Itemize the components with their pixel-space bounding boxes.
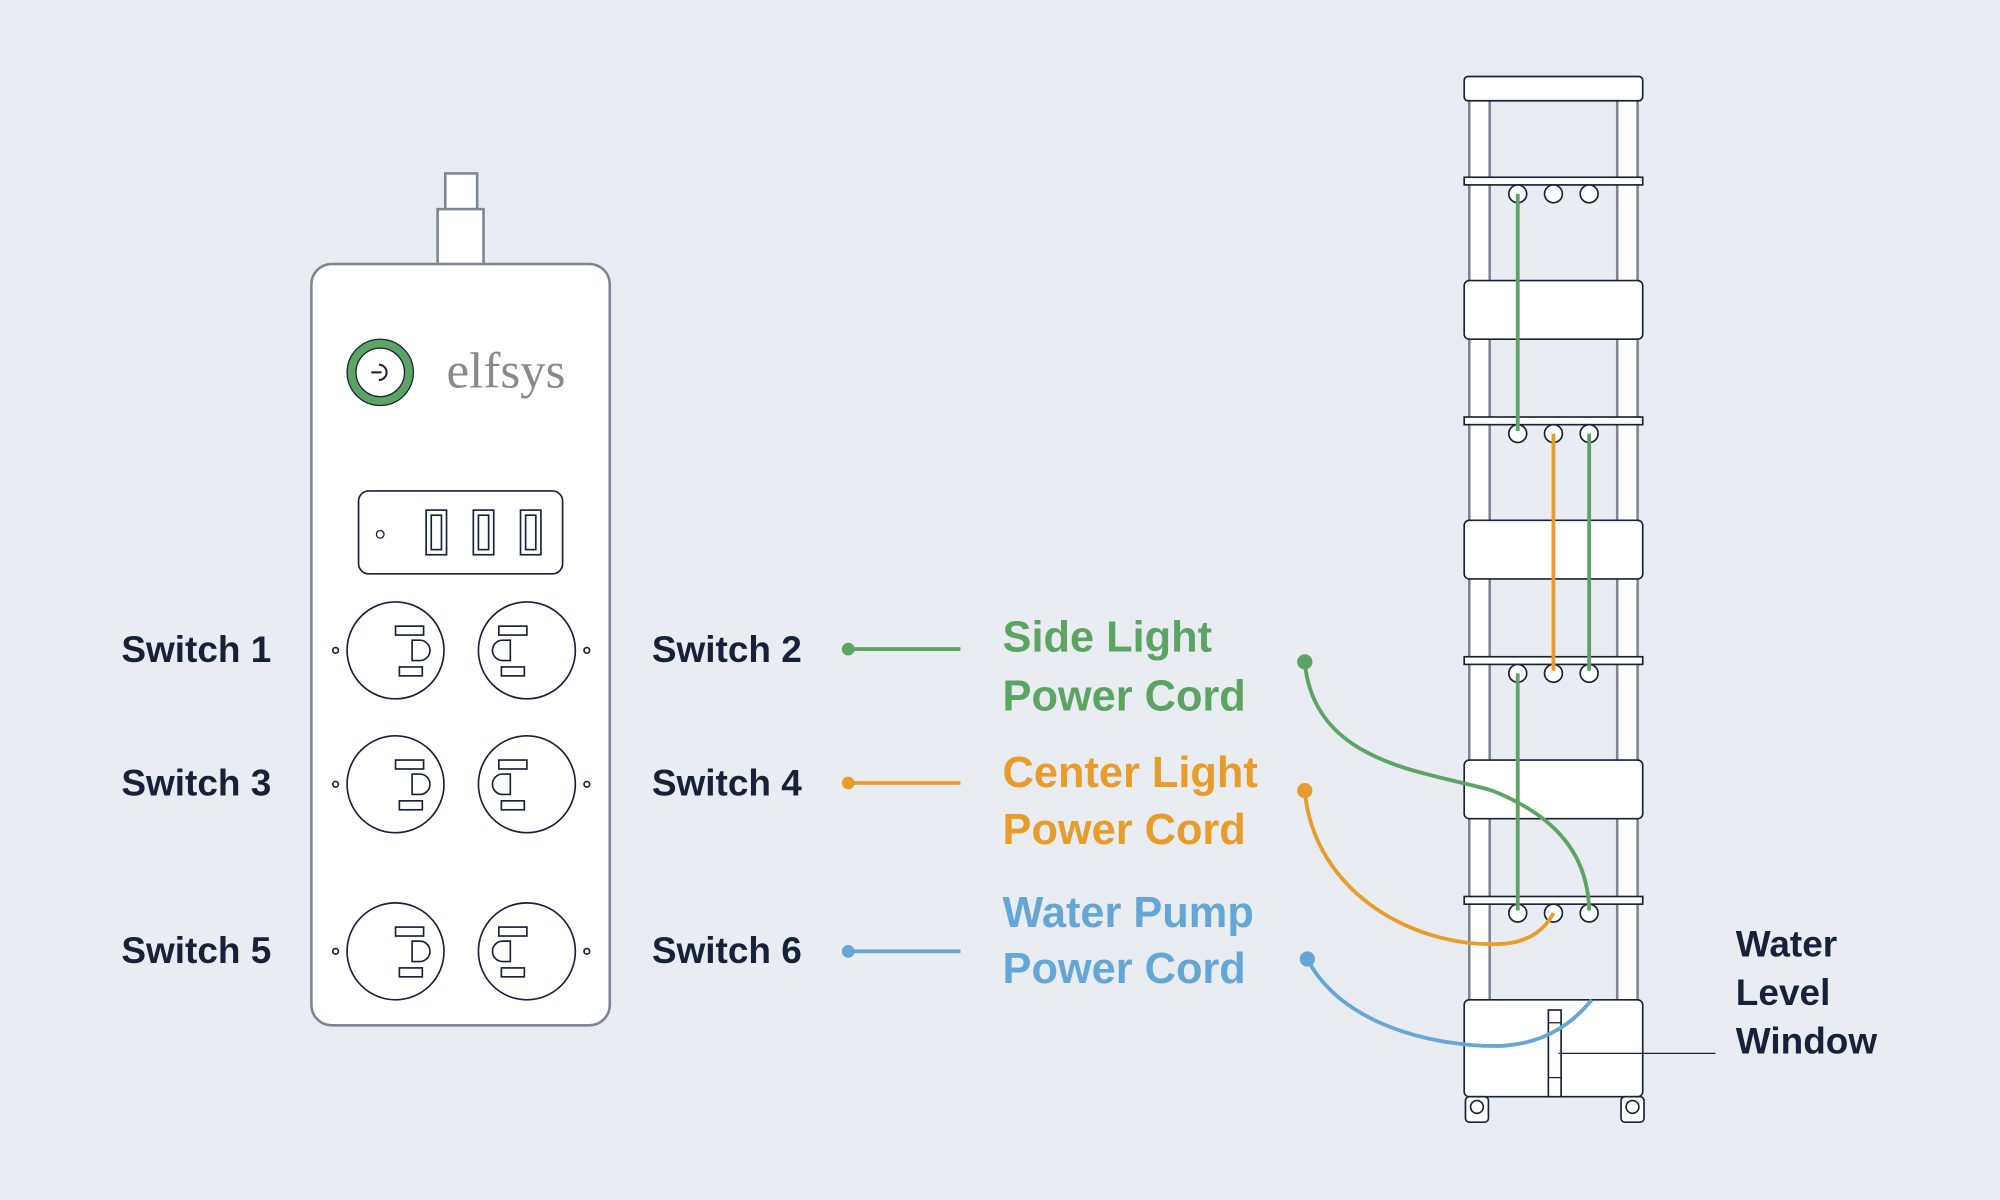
plant-pod (1579, 184, 1599, 204)
side-light-label-2: Power Cord (1003, 672, 1246, 720)
center-light-label-2: Power Cord (1003, 806, 1246, 854)
caster-wheel (1620, 1095, 1645, 1124)
side-light-label-1: Side Light (1003, 614, 1212, 662)
caster-wheel (1464, 1095, 1490, 1124)
usb-port[interactable] (519, 509, 542, 556)
switch-1-label: Switch 1 (121, 629, 271, 670)
callout-label-1: Water (1736, 923, 1837, 964)
tower-top-cap (1463, 75, 1644, 102)
switch-3-label: Switch 3 (121, 763, 271, 804)
background (0, 0, 2000, 1200)
power-strip: elfsys (310, 172, 612, 1027)
switch-2-label: Switch 2 (652, 629, 802, 670)
plant-pod (1543, 903, 1564, 923)
switch-6-label: Switch 6 (652, 930, 802, 971)
switch-4-label: Switch 4 (652, 763, 802, 804)
brand-logo: elfsys (447, 344, 566, 400)
callout-label-3: Window (1736, 1020, 1878, 1061)
plant-pod (1543, 184, 1564, 204)
switch-5-label: Switch 5 (121, 930, 271, 971)
plug-tip (443, 172, 479, 211)
callout-label-2: Level (1736, 972, 1831, 1013)
usb-port[interactable] (472, 509, 495, 556)
indicator-led (375, 529, 385, 539)
usb-panel (357, 490, 564, 575)
water-pump-label-1: Water Pump (1003, 889, 1254, 937)
power-button[interactable] (346, 338, 415, 407)
water-pump-label-2: Power Cord (1003, 945, 1246, 993)
diagram-canvas: elfsys Switch 1 Switch 3 Switch 5 Switch… (0, 0, 2000, 1200)
tower-light-bar (1463, 279, 1644, 341)
plug-base (436, 207, 485, 267)
center-light-label-1: Center Light (1003, 749, 1258, 797)
usb-port[interactable] (425, 509, 448, 556)
